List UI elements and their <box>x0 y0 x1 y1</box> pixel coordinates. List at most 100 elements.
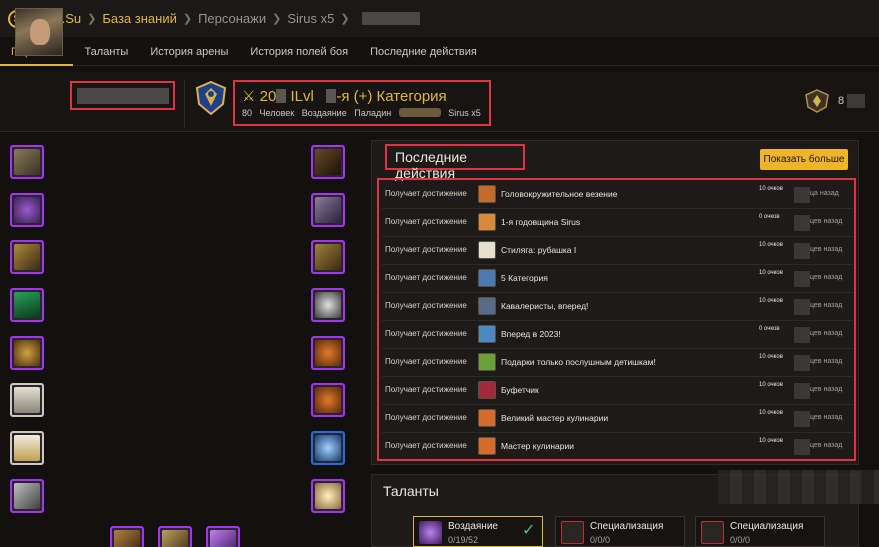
top-bar: S Sirus.Su ❯ База знаний ❯ Персонажи ❯ S… <box>0 0 879 37</box>
time-redacted <box>794 243 810 259</box>
talent-spec-card-2[interactable]: Специализация 0/0/0 <box>555 516 685 547</box>
talent-spec-points: 0/0/0 <box>590 535 611 545</box>
bracers-icon <box>14 483 40 509</box>
chevron-right-icon: ❯ <box>87 13 97 25</box>
achievement-icon <box>478 297 496 315</box>
action-label: Получает достижение <box>385 273 467 282</box>
tab-talents[interactable]: Таланты <box>73 40 139 66</box>
time-redacted <box>794 355 810 371</box>
weapon-icon <box>162 530 188 547</box>
shoulder-icon <box>14 244 40 270</box>
waist-slot[interactable] <box>311 193 345 227</box>
action-label: Получает достижение <box>385 413 467 422</box>
achievement-points: 10 очков <box>759 242 783 248</box>
ranged-slot[interactable] <box>206 526 240 547</box>
list-item[interactable]: Получает достижение Мастер кулинарии 10 … <box>382 433 853 461</box>
guild-redacted <box>398 108 441 117</box>
achievement-title[interactable]: Мастер кулинарии <box>501 441 574 451</box>
tabard-icon <box>14 435 40 461</box>
belt-icon <box>315 197 341 223</box>
tab-arena-history[interactable]: История арены <box>139 40 239 66</box>
tab-battleground-history[interactable]: История полей боя <box>239 40 359 66</box>
time-redacted <box>794 383 810 399</box>
show-more-button[interactable]: Показать больше <box>760 149 848 170</box>
shirt-icon <box>14 387 40 413</box>
list-item[interactable]: Получает достижение Буфетчик 10 очков ме… <box>382 377 853 405</box>
feet-slot[interactable] <box>311 288 345 322</box>
tab-bar: Персонаж Таланты История арены История п… <box>0 40 879 66</box>
pumpkin-ring-icon <box>315 340 341 366</box>
list-item[interactable]: Получает достижение Головокружительное в… <box>382 181 853 209</box>
trinket-slot-2[interactable] <box>311 479 345 513</box>
breadcrumb-realm[interactable]: Sirus x5 <box>287 11 334 26</box>
achievement-title[interactable]: 5 Категория <box>501 273 548 283</box>
finger-slot-2[interactable] <box>311 383 345 417</box>
talents-title: Таланты <box>383 483 439 499</box>
list-item[interactable]: Получает достижение Вперед в 2023! 0 очк… <box>382 321 853 349</box>
achievement-title[interactable]: Кавалеристы, вперед! <box>501 301 588 311</box>
hands-slot[interactable] <box>311 145 345 179</box>
action-label: Получает достижение <box>385 189 467 198</box>
neck-slot[interactable] <box>10 193 44 227</box>
breadcrumb-characters[interactable]: Персонажи <box>198 11 266 26</box>
list-item[interactable]: Получает достижение Подарки только послу… <box>382 349 853 377</box>
achievement-title[interactable]: Головокружительное везение <box>501 189 617 199</box>
back-slot[interactable] <box>10 288 44 322</box>
achievement-title[interactable]: Подарки только послушным детишкам! <box>501 357 656 367</box>
achievement-points: 10 очков <box>759 186 783 192</box>
off-hand-slot[interactable] <box>158 526 192 547</box>
achievement-title[interactable]: Вперед в 2023! <box>501 329 561 339</box>
achievement-icon <box>478 409 496 427</box>
achievement-icon <box>478 185 496 203</box>
character-info-highlight: ⚔ 20 ILvl -я (+) Категория 80 Человек Во… <box>233 80 491 126</box>
talent-spec-points: 0/19/52 <box>448 535 479 545</box>
ilvl-label: ILvl <box>290 88 314 105</box>
talent-spec-card-3[interactable]: Специализация 0/0/0 <box>695 516 825 547</box>
finger-slot-1[interactable] <box>311 336 345 370</box>
chest-armor-icon <box>14 340 40 366</box>
trinket-slot-1[interactable] <box>311 431 345 465</box>
time-redacted <box>794 327 810 343</box>
breadcrumb-knowledge-base[interactable]: База знаний <box>102 11 177 26</box>
rating-badge-icon <box>805 89 829 113</box>
action-label: Получает достижение <box>385 217 467 226</box>
list-item[interactable]: Получает достижение Великий мастер кулин… <box>382 405 853 433</box>
talent-spec-points: 0/0/0 <box>730 535 751 545</box>
no-spec-icon <box>561 521 584 544</box>
list-item[interactable]: Получает достижение Стиляга: рубашка I 1… <box>382 237 853 265</box>
wrist-slot[interactable] <box>10 479 44 513</box>
helmet-slot[interactable] <box>10 145 44 179</box>
main-hand-slot[interactable] <box>110 526 144 547</box>
list-item[interactable]: Получает достижение 5 Категория 10 очков… <box>382 265 853 293</box>
legs-slot[interactable] <box>311 240 345 274</box>
category-redacted <box>326 89 337 103</box>
action-label: Получает достижение <box>385 357 467 366</box>
rating-redacted <box>847 94 865 108</box>
achievement-title[interactable]: Великий мастер кулинарии <box>501 413 608 423</box>
recent-actions-title: Последние действия <box>395 149 468 181</box>
shoulder-slot[interactable] <box>10 240 44 274</box>
category-label: -я (+) Категория <box>336 88 447 105</box>
achievement-title[interactable]: 1-я годовщина Sirus <box>501 217 580 227</box>
relic-icon <box>210 530 236 547</box>
retribution-icon <box>419 521 442 544</box>
redacted-area <box>718 470 879 504</box>
action-label: Получает достижение <box>385 441 467 450</box>
tabard-slot[interactable] <box>10 431 44 465</box>
rating-value: 8 <box>838 95 845 107</box>
character-level: 80 <box>242 108 253 118</box>
trinket-star-icon <box>315 483 341 509</box>
achievement-title[interactable]: Стиляга: рубашка I <box>501 245 576 255</box>
achievement-icon <box>478 437 496 455</box>
tab-recent-actions[interactable]: Последние действия <box>359 40 488 66</box>
time-redacted <box>794 299 810 315</box>
achievement-icon <box>478 213 496 231</box>
achievement-points: 10 очков <box>759 354 783 360</box>
chest-slot[interactable] <box>10 336 44 370</box>
shirt-slot[interactable] <box>10 383 44 417</box>
character-class: Паладин <box>354 108 392 118</box>
list-item[interactable]: Получает достижение 1-я годовщина Sirus … <box>382 209 853 237</box>
list-item[interactable]: Получает достижение Кавалеристы, вперед!… <box>382 293 853 321</box>
character-details: 80 Человек Воздаяние Паладин Sirus x5 <box>242 108 486 118</box>
achievement-title[interactable]: Буфетчик <box>501 385 539 395</box>
